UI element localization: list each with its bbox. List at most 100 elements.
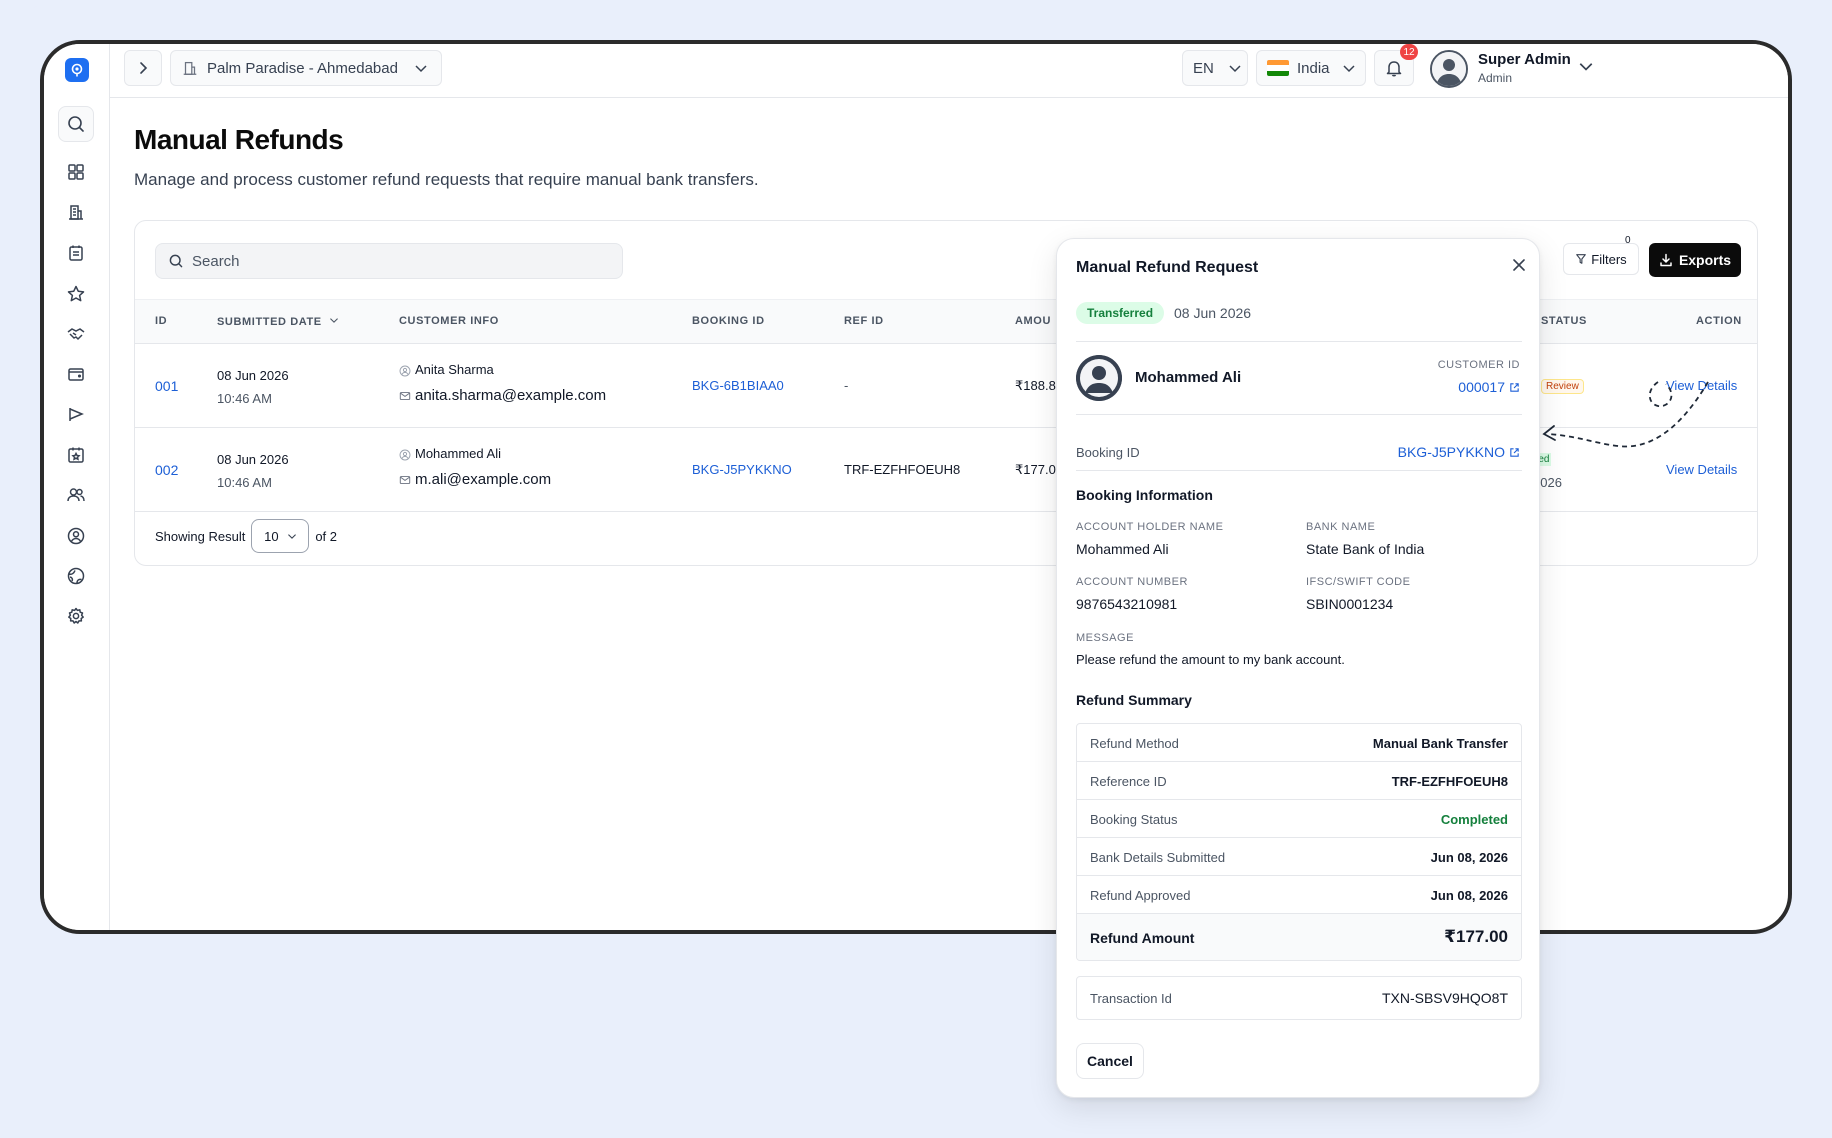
refund-amount-label: Refund Amount	[1090, 930, 1195, 946]
th-submitted-date-label: SUBMITTED DATE	[217, 316, 322, 328]
row-customer-email: anita.sharma@example.com	[399, 387, 606, 404]
booking-id-link[interactable]: BKG-J5PYKKNO	[1398, 444, 1520, 460]
building-icon[interactable]	[62, 198, 90, 226]
pagination-total: of 2	[315, 528, 338, 544]
account-number-value: 9876543210981	[1076, 596, 1178, 612]
exports-label: Exports	[1678, 252, 1732, 268]
row-booking-id[interactable]: BKG-J5PYKKNO	[692, 462, 792, 477]
refund-summary-table: Refund Method Manual Bank Transfer Refer…	[1076, 723, 1522, 961]
row-time: 10:46 AM	[217, 391, 272, 406]
account-holder-value: Mohammed Ali	[1076, 541, 1169, 557]
bank-name-label: BANK NAME	[1306, 521, 1376, 533]
mail-icon	[399, 476, 411, 484]
row-id[interactable]: 002	[155, 462, 178, 478]
summary-key: Refund Approved	[1090, 888, 1191, 903]
handshake-icon[interactable]	[62, 320, 90, 348]
megaphone-icon[interactable]	[62, 400, 90, 428]
row-id[interactable]: 001	[155, 378, 178, 394]
user-avatar[interactable]	[1430, 50, 1468, 88]
external-link-icon	[1510, 447, 1519, 457]
star-icon[interactable]	[62, 280, 90, 308]
summary-value: Jun 08, 2026	[1430, 850, 1508, 865]
dashed-arrow-annotation	[1542, 381, 1709, 448]
divider	[1076, 414, 1522, 415]
chevron-down-icon	[1343, 65, 1355, 73]
th-submitted-date[interactable]: SUBMITTED DATE	[217, 315, 339, 328]
th-id: ID	[155, 315, 168, 327]
search-icon	[169, 254, 183, 268]
language-selector[interactable]: EN	[1182, 50, 1248, 86]
row-customer-email-text: m.ali@example.com	[415, 471, 552, 488]
row-ref-id: TRF-EZFHFOEUH8	[844, 462, 961, 477]
calendar-star-icon[interactable]	[62, 441, 90, 469]
th-customer-info: CUSTOMER INFO	[399, 315, 499, 327]
transaction-id-value: TXN-SBSV9HQO8T	[1381, 990, 1508, 1006]
filters-button[interactable]: Filters	[1563, 243, 1639, 275]
settings-gear-icon[interactable]	[62, 602, 90, 630]
wallet-icon[interactable]	[62, 360, 90, 388]
top-bar: Palm Paradise - Ahmedabad EN India 12 Su…	[110, 44, 1788, 98]
page-size-select[interactable]: 10	[251, 519, 310, 553]
search-input[interactable]	[192, 252, 592, 270]
exports-button[interactable]: Exports	[1649, 243, 1741, 277]
transaction-id-label: Transaction Id	[1090, 991, 1172, 1006]
view-details-link[interactable]: View Details	[1666, 462, 1737, 477]
message-value: Please refund the amount to my bank acco…	[1076, 652, 1345, 667]
manual-refund-modal: Manual Refund Request Transferred 08 Jun…	[1056, 238, 1540, 1098]
row-customer-name-text: Mohammed Ali	[415, 446, 501, 461]
summary-row: Bank Details Submitted Jun 08, 2026	[1077, 838, 1521, 876]
sidebar	[44, 44, 110, 930]
expand-sidebar-button[interactable]	[124, 50, 162, 86]
row-ref-id: -	[844, 378, 849, 393]
refund-amount-value: ₹177.00	[1444, 927, 1508, 946]
user-name[interactable]: Super Admin	[1478, 51, 1571, 68]
user-role: Admin	[1478, 71, 1513, 85]
divider	[1076, 470, 1522, 471]
pagination: Showing Result 10 of 2	[155, 519, 337, 553]
summary-value: Manual Bank Transfer	[1372, 736, 1508, 751]
summary-value: Completed	[1440, 812, 1508, 827]
page-subtitle: Manage and process customer refund reque…	[134, 170, 759, 189]
india-flag-icon	[1267, 60, 1289, 76]
sort-chevron-icon	[330, 318, 339, 323]
chevron-down-icon	[415, 65, 427, 73]
user-menu-chevron-icon[interactable]	[1578, 58, 1594, 74]
property-selector[interactable]: Palm Paradise - Ahmedabad	[170, 50, 442, 86]
summary-value: Jun 08, 2026	[1430, 888, 1508, 903]
summary-row: Booking Status Completed	[1077, 800, 1521, 838]
summary-key: Refund Method	[1090, 736, 1179, 751]
close-button[interactable]	[1507, 253, 1531, 277]
sidebar-search-icon[interactable]	[58, 106, 94, 142]
th-amount: AMOU	[1015, 315, 1052, 327]
download-icon	[1660, 253, 1672, 267]
clipboard-icon[interactable]	[62, 239, 90, 267]
user-icon	[399, 449, 411, 461]
dashboard-icon[interactable]	[62, 158, 90, 186]
summary-value: TRF-EZFHFOEUH8	[1391, 774, 1508, 789]
customer-id-link[interactable]: 000017	[1458, 379, 1520, 395]
filter-icon	[1576, 254, 1587, 264]
row-date: 08 Jun 2026	[217, 452, 289, 467]
globe-icon[interactable]	[62, 562, 90, 590]
app-logo-icon[interactable]	[65, 58, 89, 82]
user-circle-icon[interactable]	[62, 522, 90, 550]
customer-id-value: 000017	[1458, 379, 1505, 395]
row-booking-id[interactable]: BKG-6B1BIAA0	[692, 378, 784, 393]
row-customer-name: Anita Sharma	[399, 362, 494, 377]
account-holder-label: ACCOUNT HOLDER NAME	[1076, 521, 1224, 533]
search-box[interactable]	[155, 243, 623, 279]
row-customer-email: m.ali@example.com	[399, 471, 551, 488]
th-booking-id: BOOKING ID	[692, 315, 765, 327]
modal-title: Manual Refund Request	[1076, 259, 1259, 276]
filters-label: Filters	[1591, 251, 1627, 267]
user-icon	[399, 365, 411, 377]
pagination-label: Showing Result	[155, 528, 246, 544]
bank-name-value: State Bank of India	[1306, 541, 1425, 557]
page-title: Manual Refunds	[134, 124, 344, 155]
country-selector[interactable]: India	[1256, 50, 1366, 86]
summary-row: Reference ID TRF-EZFHFOEUH8	[1077, 762, 1521, 800]
cancel-button[interactable]: Cancel	[1076, 1043, 1144, 1079]
row-amount: ₹188.8	[1015, 378, 1056, 393]
booking-information-heading: Booking Information	[1076, 487, 1213, 503]
users-icon[interactable]	[62, 481, 90, 509]
